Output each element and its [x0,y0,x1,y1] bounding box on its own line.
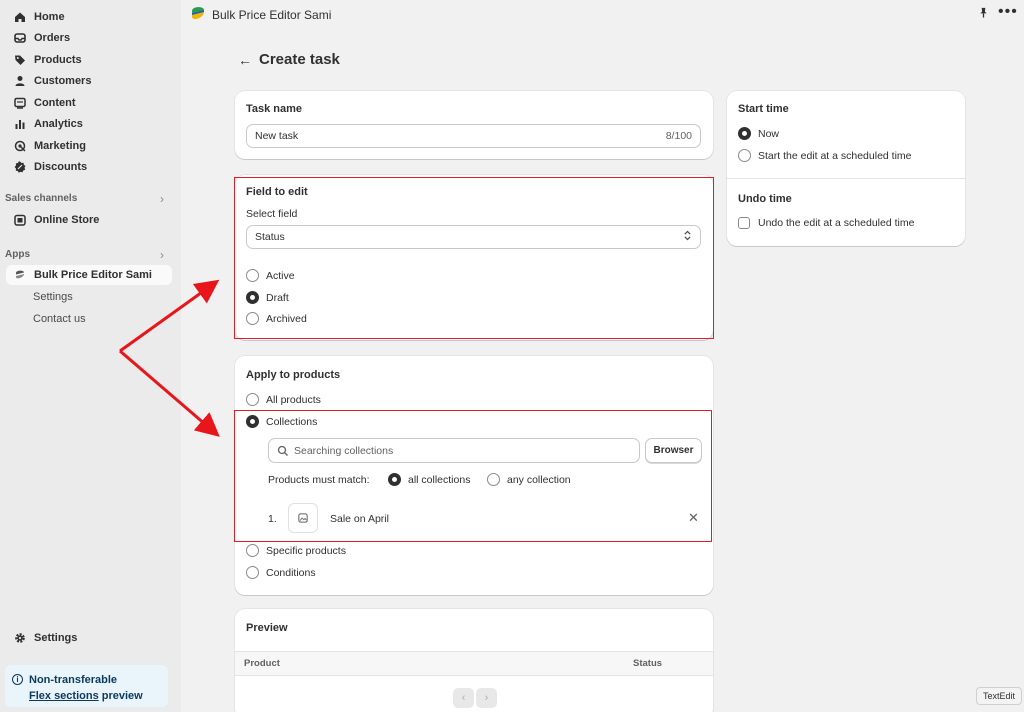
sidebar-subitem-contact-us[interactable]: Contact us [33,313,86,325]
start-option-label: Start the edit at a scheduled time [758,149,912,162]
task-name-title: Task name [246,103,303,115]
apply-option-label: Specific products [266,544,346,557]
task-name-input[interactable]: New task 8/100 [246,124,701,148]
inbox-icon [14,32,26,44]
sidebar-item-orders[interactable]: Orders [6,28,172,48]
sidebar-item-online-store[interactable]: Online Store [6,210,172,230]
sales-channels-chevron-icon[interactable]: › [160,192,164,206]
app-topbar: Bulk Price Editor Sami ••• [181,0,1024,28]
home-icon [14,11,26,23]
back-arrow-icon[interactable]: ← [238,52,252,68]
radio-all-products[interactable] [246,393,259,406]
sidebar-item-label: Marketing [34,140,86,152]
sidebar-item-analytics[interactable]: Analytics [6,114,172,134]
flex-sections-link[interactable]: Flex sections [29,690,99,702]
sidebar-item-customers[interactable]: Customers [6,71,172,91]
card-divider [727,178,965,179]
apply-option-all[interactable]: All products [246,393,321,406]
radio-specific-products[interactable] [246,544,259,557]
person-icon [14,75,26,87]
target-icon [14,140,26,152]
apply-option-label: All products [266,393,321,406]
promo-text: Non-transferable [29,674,118,686]
undo-scheduled-option[interactable]: Undo the edit at a scheduled time [738,217,914,229]
page-title: Create task [259,51,340,68]
sidebar-item-label: Content [34,97,76,109]
task-name-value: New task [255,130,299,142]
sidebar-item-label: Products [34,54,82,66]
info-icon: i [12,674,23,685]
sidebar-subitem-settings[interactable]: Settings [33,291,73,303]
content-icon [14,97,26,109]
sidebar-item-label: Settings [34,632,78,644]
column-header-status: Status [633,658,663,669]
sidebar-item-settings[interactable]: Settings [6,628,172,648]
apply-option-label: Conditions [266,566,316,579]
gear-icon [14,632,26,644]
sidebar-item-label: Orders [34,32,71,44]
sidebar-item-marketing[interactable]: Marketing [6,136,172,156]
sidebar-item-label: Online Store [34,214,100,226]
sidebar-item-discounts[interactable]: Discounts [6,157,172,177]
prev-page-chevron-icon[interactable]: ‹ [453,688,474,708]
schedule-card: Start time Now Start the edit at a sched… [727,91,965,246]
app-title: Bulk Price Editor Sami [212,8,332,22]
sales-channels-label: Sales channels [5,193,78,204]
radio-start-scheduled[interactable] [738,149,751,162]
sidebar-item-label: Bulk Price Editor Sami [34,269,152,281]
app-logo-icon [14,269,26,281]
discount-icon [14,161,26,173]
sidebar-item-content[interactable]: Content [6,93,172,113]
preview-title: Preview [246,622,288,634]
apply-option-specific[interactable]: Specific products [246,544,346,557]
sidebar-item-app[interactable]: Bulk Price Editor Sami [6,265,172,285]
apps-label: Apps [5,249,30,260]
pagination: ‹ › [453,688,497,708]
preview-table-header: Product Status [235,651,713,676]
char-counter: 8/100 [665,130,692,142]
sidebar-item-label: Discounts [34,161,88,173]
sidebar-item-products[interactable]: Products [6,50,172,70]
textedit-tooltip: TextEdit [976,687,1022,705]
app-logo-icon [192,7,204,20]
apply-to-products-title: Apply to products [246,369,341,381]
task-name-card: Task name New task 8/100 [235,91,713,159]
promo-text-suffix: preview [98,690,143,702]
store-icon [14,214,26,226]
highlight-box-field-to-edit [234,177,714,339]
sidebar-item-label: Home [34,11,65,23]
sidebar-item-label: Analytics [34,118,83,130]
sidebar-item-home[interactable]: Home [6,7,172,27]
apps-chevron-icon[interactable]: › [160,248,164,262]
radio-conditions[interactable] [246,566,259,579]
pin-icon[interactable] [978,7,989,21]
start-now-option[interactable]: Now [738,127,779,140]
undo-scheduled-checkbox[interactable] [738,217,750,229]
start-option-label: Now [758,127,780,140]
start-scheduled-option[interactable]: Start the edit at a scheduled time [738,149,912,162]
highlight-box-collections [234,410,712,542]
start-time-title: Start time [738,103,789,115]
more-actions-icon[interactable]: ••• [998,3,1018,21]
sidebar-item-label: Customers [34,75,92,87]
bar-chart-icon [14,118,26,130]
undo-option-label: Undo the edit at a scheduled time [758,217,915,229]
radio-start-now[interactable] [738,127,751,140]
tag-icon [14,54,26,66]
column-header-product: Product [244,658,280,669]
undo-time-title: Undo time [738,193,792,205]
sidebar: Home Orders Products Customers Content A… [0,0,181,712]
promo-banner: i Non-transferable Flex sections preview [5,665,168,707]
next-page-chevron-icon[interactable]: › [476,688,497,708]
apply-option-conditions[interactable]: Conditions [246,566,316,579]
